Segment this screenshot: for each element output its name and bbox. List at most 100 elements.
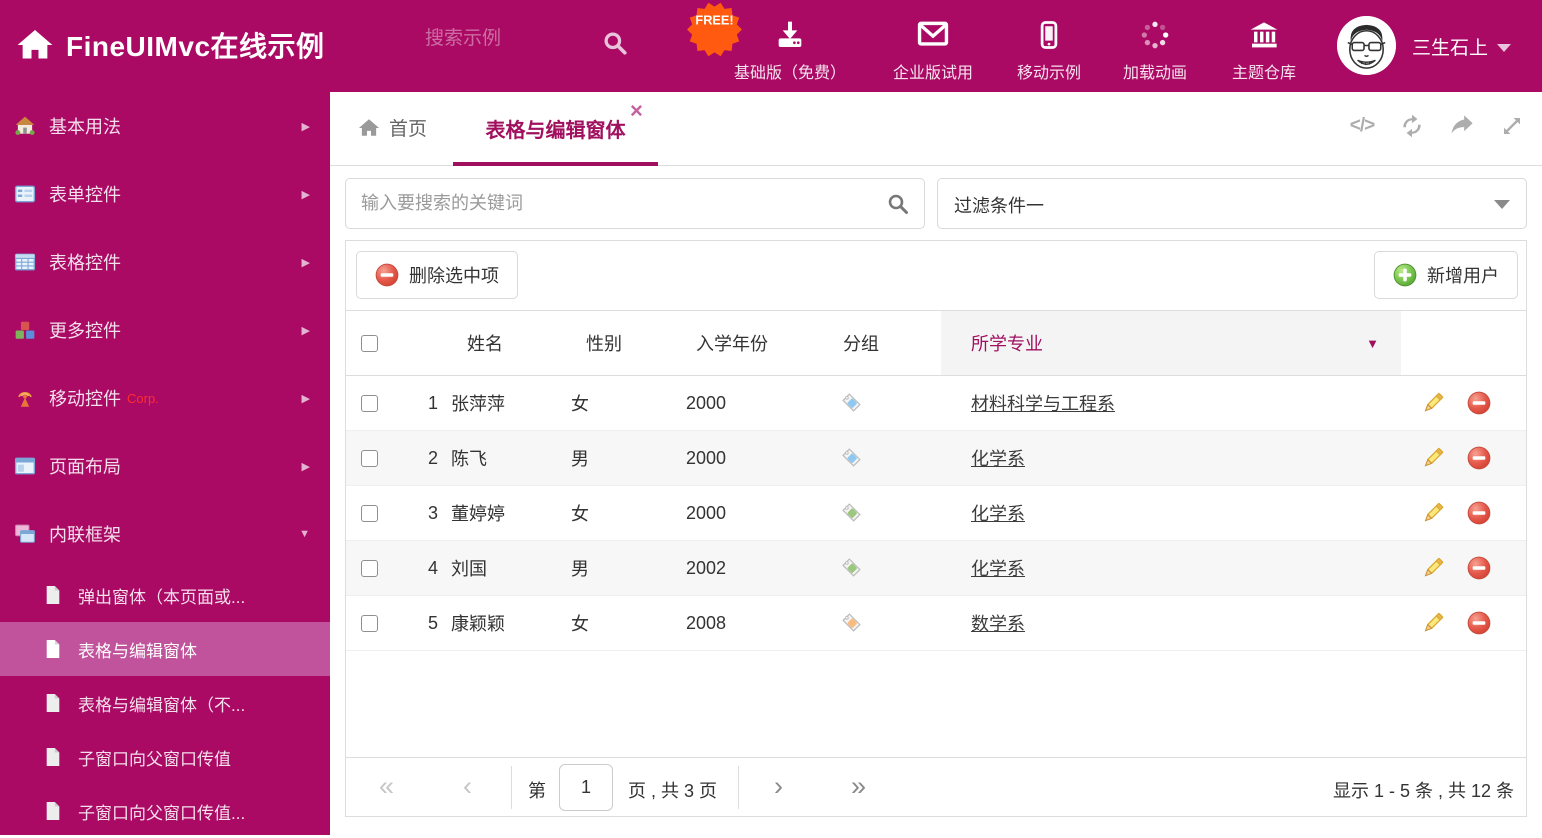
file-icon — [44, 747, 62, 767]
chevron-right-icon — [302, 460, 310, 473]
file-icon — [44, 639, 62, 659]
delete-row-icon[interactable] — [1467, 611, 1491, 635]
source-code-icon[interactable]: </> — [1348, 112, 1376, 140]
column-header-year[interactable]: 入学年份 — [686, 311, 841, 375]
home-icon — [358, 117, 380, 139]
file-icon — [44, 801, 62, 821]
tag-icon — [841, 612, 863, 634]
tab-bar: 首页 表格与编辑窗体 </> — [330, 92, 1542, 166]
select-all-checkbox[interactable] — [361, 334, 378, 352]
nav-item-enterprise-trial[interactable]: 企业版试用 — [873, 15, 993, 83]
pager-page-suffix: 页 , 共 3 页 — [628, 781, 718, 801]
tab-close-icon[interactable] — [630, 100, 643, 122]
pager-page-input[interactable] — [559, 764, 613, 811]
row-checkbox[interactable] — [361, 394, 378, 412]
major-link[interactable]: 化学系 — [971, 445, 1025, 471]
row-number: 3 — [427, 502, 438, 523]
cell-gender: 女 — [571, 394, 589, 414]
pagination-bar: « ‹ 第 页 , 共 3 页 › » 显示 1 - 5 条 , 共 12 条 — [346, 757, 1526, 816]
row-checkbox[interactable] — [361, 449, 378, 467]
tab-home[interactable]: 首页 — [358, 114, 427, 141]
file-icon — [44, 693, 62, 713]
add-user-button[interactable]: 新增用户 — [1374, 251, 1518, 299]
user-avatar[interactable] — [1337, 16, 1396, 75]
chevron-right-icon — [302, 324, 310, 337]
refresh-icon[interactable] — [1398, 112, 1426, 140]
delete-row-icon[interactable] — [1467, 446, 1491, 470]
tab-grid-edit-window[interactable]: 表格与编辑窗体 — [453, 92, 658, 166]
column-header-major[interactable]: 所学专业 — [941, 311, 1401, 375]
column-header-gender[interactable]: 性别 — [571, 311, 686, 375]
sidebar-subitem-child-to-parent-2[interactable]: 子窗口向父窗口传值... — [0, 784, 330, 838]
filter-dropdown-value: 过滤条件一 — [954, 196, 1044, 216]
sidebar-subitem-popup-window[interactable]: 弹出窗体（本页面或... — [0, 568, 330, 622]
keyword-search-input[interactable] — [361, 179, 871, 228]
row-checkbox[interactable] — [361, 559, 378, 577]
edit-icon[interactable] — [1421, 446, 1445, 470]
envelope-icon — [873, 15, 993, 51]
chevron-right-icon — [302, 392, 310, 405]
sidebar-item-page-layout[interactable]: 页面布局 — [0, 432, 330, 500]
header-search-icon[interactable] — [602, 30, 628, 56]
header-search-input[interactable] — [425, 28, 590, 50]
corp-badge: Corp. — [127, 390, 159, 406]
pager-last-button[interactable]: » — [851, 772, 866, 800]
sidebar-subitem-child-to-parent[interactable]: 子窗口向父窗口传值 — [0, 730, 330, 784]
major-link[interactable]: 化学系 — [971, 500, 1025, 526]
pager-page-prefix: 第 — [528, 781, 546, 801]
pager-prev-button[interactable]: ‹ — [463, 772, 472, 800]
app-title[interactable]: FineUIMvc在线示例 — [66, 25, 325, 65]
file-icon — [44, 585, 62, 605]
tag-icon — [841, 557, 863, 579]
cell-gender: 男 — [571, 449, 589, 469]
chevron-down-icon — [299, 528, 310, 540]
delete-row-icon[interactable] — [1467, 501, 1491, 525]
user-menu[interactable]: 三生石上 — [1412, 33, 1512, 60]
nav-item-mobile-demo[interactable]: 移动示例 — [999, 15, 1099, 83]
keyword-search-box — [345, 178, 925, 229]
edit-icon[interactable] — [1421, 501, 1445, 525]
plus-circle-icon — [1393, 263, 1417, 287]
delete-selected-button[interactable]: 删除选中项 — [356, 251, 518, 299]
sidebar-item-grid-controls[interactable]: 表格控件 — [0, 228, 330, 296]
sidebar-subitem-grid-edit-window[interactable]: 表格与编辑窗体 — [0, 622, 330, 676]
row-checkbox[interactable] — [361, 614, 378, 632]
column-header-name[interactable]: 姓名 — [446, 311, 571, 375]
row-checkbox[interactable] — [361, 504, 378, 522]
active-tab-underline — [453, 162, 658, 166]
spinner-icon — [1105, 15, 1205, 51]
logo-home-icon[interactable] — [16, 26, 54, 64]
delete-row-icon[interactable] — [1467, 391, 1491, 415]
grid-toolbar: 删除选中项 新增用户 — [346, 241, 1526, 311]
edit-icon[interactable] — [1421, 391, 1445, 415]
table-row: 3 董婷婷 女 2000 化学系 — [346, 486, 1526, 541]
sidebar-item-more-controls[interactable]: 更多控件 — [0, 296, 330, 364]
search-icon[interactable] — [886, 192, 910, 216]
pager-summary: 显示 1 - 5 条 , 共 12 条 — [1332, 781, 1514, 801]
sidebar-item-form-controls[interactable]: 表单控件 — [0, 160, 330, 228]
column-header-group[interactable]: 分组 — [841, 311, 941, 375]
share-icon[interactable] — [1448, 112, 1476, 140]
tab-toolbar: </> — [1348, 112, 1526, 140]
cell-year: 2000 — [686, 447, 727, 468]
free-badge: FREE! — [687, 2, 742, 57]
expand-icon[interactable] — [1498, 112, 1526, 140]
nav-item-loading-animation[interactable]: 加载动画 — [1105, 15, 1205, 83]
sidebar-item-basic-usage[interactable]: 基本用法 — [0, 92, 330, 160]
pager-next-button[interactable]: › — [774, 772, 783, 800]
sidebar-item-inline-frame[interactable]: 内联框架 — [0, 500, 330, 568]
sidebar-subitem-grid-edit-window-2[interactable]: 表格与编辑窗体（不... — [0, 676, 330, 730]
major-link[interactable]: 数学系 — [971, 610, 1025, 636]
chevron-down-icon — [1494, 200, 1510, 209]
table-header: 姓名 性别 入学年份 分组 所学专业 — [346, 311, 1526, 376]
major-link[interactable]: 材料科学与工程系 — [971, 390, 1115, 416]
edit-icon[interactable] — [1421, 556, 1445, 580]
major-link[interactable]: 化学系 — [971, 555, 1025, 581]
pager-first-button[interactable]: « — [379, 772, 394, 800]
sidebar-item-mobile-controls[interactable]: 移动控件 Corp. — [0, 364, 330, 432]
nav-item-theme-repo[interactable]: 主题仓库 — [1214, 15, 1314, 83]
delete-row-icon[interactable] — [1467, 556, 1491, 580]
cell-gender: 男 — [571, 559, 589, 579]
filter-dropdown[interactable]: 过滤条件一 — [937, 178, 1527, 229]
edit-icon[interactable] — [1421, 611, 1445, 635]
